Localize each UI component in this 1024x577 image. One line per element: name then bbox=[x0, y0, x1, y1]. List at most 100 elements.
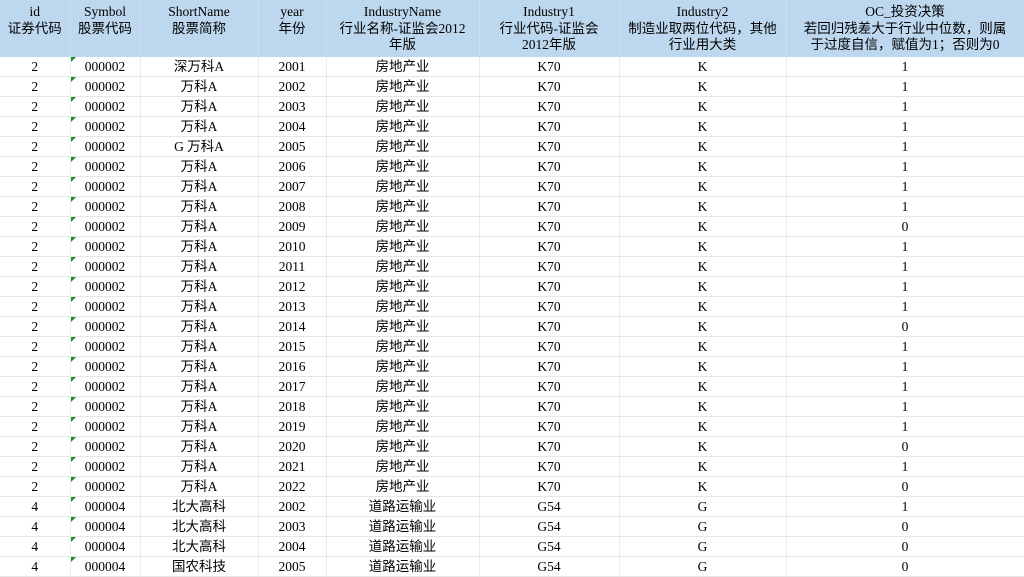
cell-industry1[interactable]: K70 bbox=[479, 376, 620, 398]
cell-symbol[interactable]: 000002 bbox=[70, 136, 141, 158]
cell-symbol[interactable]: 000004 bbox=[70, 556, 141, 577]
cell-industry2[interactable]: K bbox=[619, 336, 787, 358]
cell-industry2[interactable]: K bbox=[619, 196, 787, 218]
header-year[interactable]: year 年份 bbox=[258, 0, 327, 57]
cell-year[interactable]: 2002 bbox=[258, 76, 327, 98]
cell-industry1[interactable]: K70 bbox=[479, 296, 620, 318]
cell-shortname[interactable]: 万科A bbox=[140, 416, 259, 438]
cell-industry1[interactable]: K70 bbox=[479, 116, 620, 138]
cell-symbol[interactable]: 000004 bbox=[70, 536, 141, 558]
cell-industry2[interactable]: K bbox=[619, 156, 787, 178]
cell-year[interactable]: 2020 bbox=[258, 436, 327, 458]
cell-industry2[interactable]: G bbox=[619, 556, 787, 577]
cell-industry1[interactable]: K70 bbox=[479, 96, 620, 118]
cell-year[interactable]: 2006 bbox=[258, 156, 327, 178]
cell-industry2[interactable]: K bbox=[619, 316, 787, 338]
cell-industry2[interactable]: G bbox=[619, 516, 787, 538]
cell-shortname[interactable]: 万科A bbox=[140, 236, 259, 258]
cell-shortname[interactable]: 万科A bbox=[140, 216, 259, 238]
cell-industryname[interactable]: 房地产业 bbox=[326, 316, 480, 338]
cell-shortname[interactable]: 北大高科 bbox=[140, 496, 259, 518]
cell-year[interactable]: 2003 bbox=[258, 516, 327, 538]
cell-symbol[interactable]: 000002 bbox=[70, 436, 141, 458]
cell-industryname[interactable]: 房地产业 bbox=[326, 176, 480, 198]
cell-symbol[interactable]: 000002 bbox=[70, 316, 141, 338]
cell-shortname[interactable]: 北大高科 bbox=[140, 516, 259, 538]
cell-year[interactable]: 2007 bbox=[258, 176, 327, 198]
cell-industryname[interactable]: 房地产业 bbox=[326, 116, 480, 138]
cell-shortname[interactable]: 万科A bbox=[140, 356, 259, 378]
cell-industry2[interactable]: K bbox=[619, 276, 787, 298]
cell-year[interactable]: 2010 bbox=[258, 236, 327, 258]
cell-oc[interactable]: 1 bbox=[786, 336, 1024, 358]
cell-id[interactable]: 2 bbox=[0, 396, 71, 418]
cell-industry1[interactable]: K70 bbox=[479, 416, 620, 438]
cell-id[interactable]: 2 bbox=[0, 216, 71, 238]
cell-year[interactable]: 2003 bbox=[258, 96, 327, 118]
cell-id[interactable]: 4 bbox=[0, 516, 71, 538]
cell-year[interactable]: 2008 bbox=[258, 196, 327, 218]
cell-industry1[interactable]: K70 bbox=[479, 336, 620, 358]
cell-industryname[interactable]: 房地产业 bbox=[326, 196, 480, 218]
cell-industry2[interactable]: K bbox=[619, 176, 787, 198]
cell-year[interactable]: 2013 bbox=[258, 296, 327, 318]
cell-industry1[interactable]: K70 bbox=[479, 176, 620, 198]
cell-industry2[interactable]: K bbox=[619, 376, 787, 398]
cell-oc[interactable]: 0 bbox=[786, 216, 1024, 238]
cell-symbol[interactable]: 000002 bbox=[70, 216, 141, 238]
cell-industry2[interactable]: K bbox=[619, 256, 787, 278]
cell-industry1[interactable]: G54 bbox=[479, 496, 620, 518]
cell-oc[interactable]: 0 bbox=[786, 556, 1024, 577]
cell-industryname[interactable]: 房地产业 bbox=[326, 96, 480, 118]
cell-year[interactable]: 2019 bbox=[258, 416, 327, 438]
cell-industryname[interactable]: 房地产业 bbox=[326, 376, 480, 398]
cell-industry1[interactable]: K70 bbox=[479, 316, 620, 338]
cell-symbol[interactable]: 000002 bbox=[70, 96, 141, 118]
cell-industry2[interactable]: G bbox=[619, 536, 787, 558]
cell-oc[interactable]: 1 bbox=[786, 57, 1024, 78]
cell-id[interactable]: 2 bbox=[0, 76, 71, 98]
cell-oc[interactable]: 1 bbox=[786, 76, 1024, 98]
cell-shortname[interactable]: 万科A bbox=[140, 336, 259, 358]
cell-year[interactable]: 2018 bbox=[258, 396, 327, 418]
cell-symbol[interactable]: 000002 bbox=[70, 196, 141, 218]
cell-shortname[interactable]: G 万科A bbox=[140, 136, 259, 158]
cell-id[interactable]: 2 bbox=[0, 256, 71, 278]
cell-shortname[interactable]: 万科A bbox=[140, 196, 259, 218]
cell-shortname[interactable]: 万科A bbox=[140, 96, 259, 118]
cell-oc[interactable]: 1 bbox=[786, 116, 1024, 138]
cell-year[interactable]: 2004 bbox=[258, 536, 327, 558]
cell-symbol[interactable]: 000002 bbox=[70, 336, 141, 358]
cell-industryname[interactable]: 道路运输业 bbox=[326, 536, 480, 558]
cell-shortname[interactable]: 万科A bbox=[140, 156, 259, 178]
cell-industryname[interactable]: 房地产业 bbox=[326, 256, 480, 278]
cell-symbol[interactable]: 000002 bbox=[70, 416, 141, 438]
header-symbol[interactable]: Symbol 股票代码 bbox=[70, 0, 141, 57]
header-oc[interactable]: OC_投资决策 若回归残差大于行业中位数，则属 于过度自信，赋值为1；否则为0 bbox=[786, 0, 1024, 57]
cell-id[interactable]: 2 bbox=[0, 176, 71, 198]
cell-shortname[interactable]: 万科A bbox=[140, 396, 259, 418]
cell-industry2[interactable]: G bbox=[619, 496, 787, 518]
cell-industry1[interactable]: K70 bbox=[479, 436, 620, 458]
cell-symbol[interactable]: 000002 bbox=[70, 296, 141, 318]
cell-industry2[interactable]: K bbox=[619, 57, 787, 78]
cell-oc[interactable]: 1 bbox=[786, 396, 1024, 418]
cell-id[interactable]: 2 bbox=[0, 196, 71, 218]
cell-shortname[interactable]: 北大高科 bbox=[140, 536, 259, 558]
cell-oc[interactable]: 1 bbox=[786, 96, 1024, 118]
cell-symbol[interactable]: 000002 bbox=[70, 116, 141, 138]
cell-symbol[interactable]: 000002 bbox=[70, 356, 141, 378]
cell-industry2[interactable]: K bbox=[619, 396, 787, 418]
cell-oc[interactable]: 1 bbox=[786, 136, 1024, 158]
cell-industry1[interactable]: K70 bbox=[479, 236, 620, 258]
cell-id[interactable]: 2 bbox=[0, 116, 71, 138]
cell-industry1[interactable]: K70 bbox=[479, 76, 620, 98]
cell-industry2[interactable]: K bbox=[619, 96, 787, 118]
cell-industryname[interactable]: 道路运输业 bbox=[326, 516, 480, 538]
cell-oc[interactable]: 1 bbox=[786, 256, 1024, 278]
cell-industryname[interactable]: 房地产业 bbox=[326, 276, 480, 298]
cell-year[interactable]: 2016 bbox=[258, 356, 327, 378]
cell-id[interactable]: 2 bbox=[0, 416, 71, 438]
cell-industryname[interactable]: 房地产业 bbox=[326, 76, 480, 98]
cell-id[interactable]: 4 bbox=[0, 556, 71, 577]
